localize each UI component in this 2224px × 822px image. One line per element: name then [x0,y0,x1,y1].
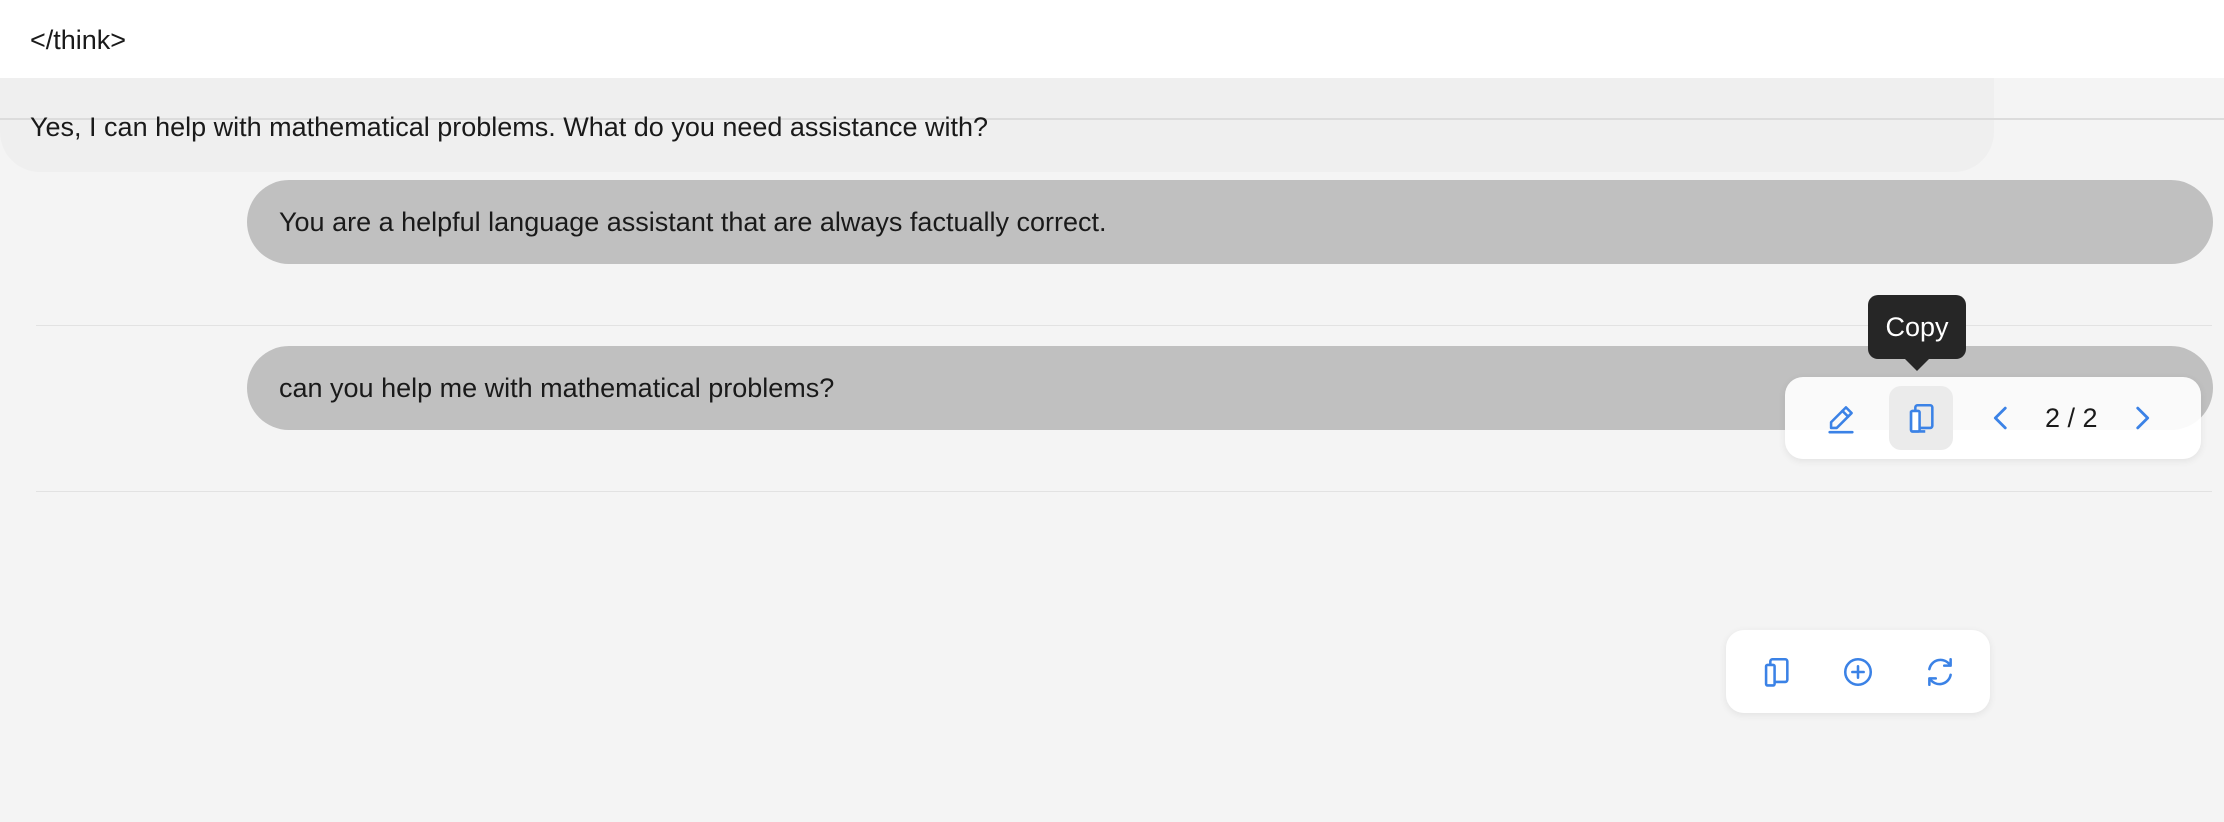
regenerate-icon [1928,657,1952,686]
copy-button[interactable] [1889,386,1953,450]
edit-button[interactable] [1809,386,1873,450]
chevron-left-icon [1993,406,2007,430]
regenerate-button[interactable] [1908,640,1972,704]
assistant-message-toolbar [1726,630,1990,713]
user-message-toolbar: 2 / 2 [1785,377,2201,459]
message-divider [36,491,2212,492]
previous-version-button[interactable] [1969,386,2033,450]
tooltip-label: Copy [1885,311,1949,342]
edit-icon [1828,406,1854,434]
version-indicator: 2 / 2 [2045,402,2098,433]
copy-icon [1764,657,1789,687]
system-message-bubble[interactable]: You are a helpful language assistant tha… [247,180,2213,264]
copy-tooltip: Copy [1868,295,1966,371]
chevron-right-icon [2135,406,2149,430]
copy-icon [1909,403,1934,433]
add-circle-icon [1843,657,1873,686]
top-bar [0,0,2224,78]
next-version-button[interactable] [2110,386,2174,450]
assistant-think-tag: </think> [30,25,127,55]
copy-response-button[interactable] [1744,640,1808,704]
continue-button[interactable] [1826,640,1890,704]
system-message-text: You are a helpful language assistant tha… [279,206,1107,237]
assistant-message-text: Yes, I can help with mathematical proble… [30,112,989,142]
user-message-text: can you help me with mathematical proble… [279,372,835,403]
